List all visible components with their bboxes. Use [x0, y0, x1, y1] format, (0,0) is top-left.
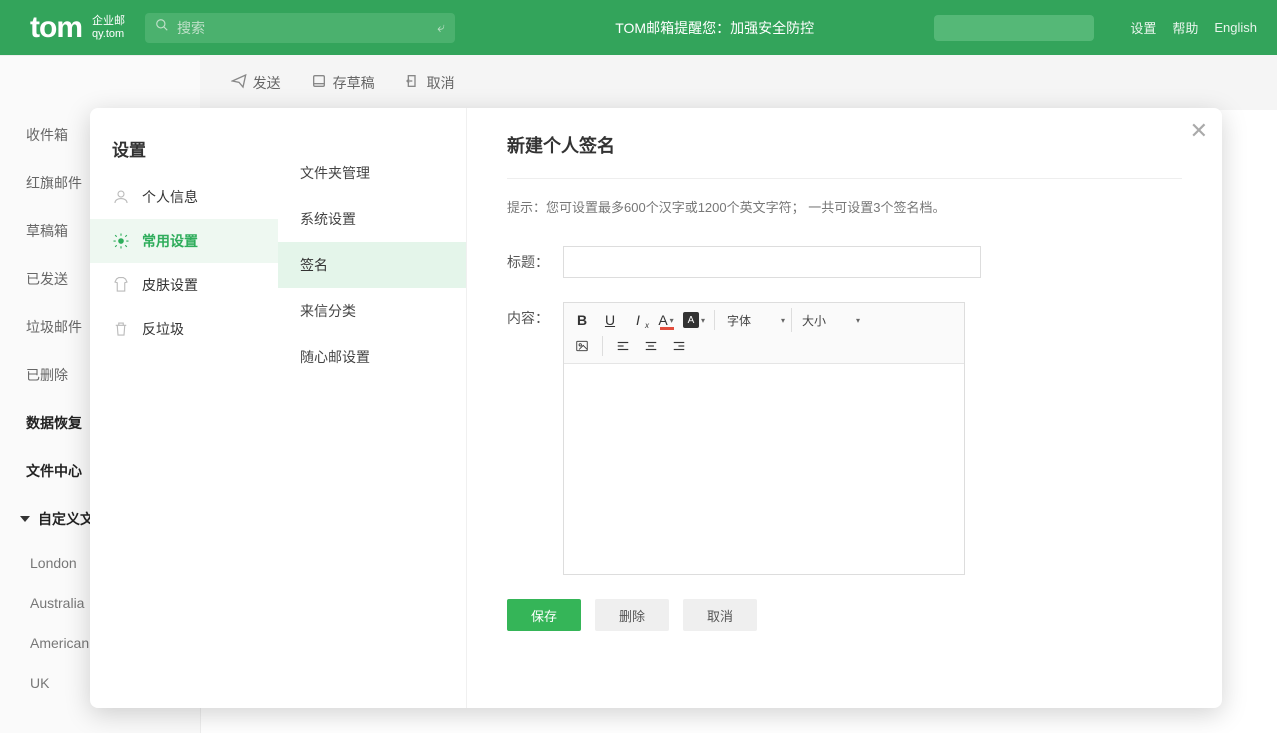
backcolor-button[interactable]: A▾ [680, 307, 708, 333]
underline-button[interactable]: U [596, 307, 624, 333]
settings-nav-secondary: 文件夹管理 系统设置 签名 来信分类 随心邮设置 [278, 108, 466, 708]
help-link[interactable]: 帮助 [1172, 18, 1198, 37]
subnav-filter[interactable]: 来信分类 [278, 288, 466, 334]
app-root: tom 企业邮 qy.tom ⤶ TOM邮箱提醒您：加强安全防控 设置 帮助 E… [0, 0, 1277, 733]
lang-link[interactable]: English [1214, 20, 1257, 35]
search-icon [155, 18, 169, 37]
trash-icon [112, 320, 130, 338]
gear-icon [112, 232, 130, 250]
save-draft-icon [311, 73, 327, 92]
font-family-select[interactable]: 字体▾ [721, 308, 792, 332]
send-label: 发送 [253, 73, 281, 93]
modal-cancel-button[interactable]: 取消 [683, 599, 757, 631]
settings-panel: 新建个人签名 提示：您可设置最多600个汉字或1200个英文字符； 一共可设置3… [466, 108, 1222, 708]
send-button[interactable]: 发送 [231, 73, 281, 93]
font-size-label: 大小 [802, 312, 826, 329]
editor-toolbar: B U I A▾ A▾ 字体▾ 大小▾ [564, 303, 964, 364]
paper-plane-icon [231, 73, 247, 92]
separator [602, 336, 603, 356]
header: tom 企业邮 qy.tom ⤶ TOM邮箱提醒您：加强安全防控 设置 帮助 E… [0, 0, 1277, 55]
settings-title: 设置 [90, 136, 278, 175]
cancel-label: 取消 [427, 73, 455, 93]
logo-subtitle: 企业邮 qy.tom [92, 15, 125, 41]
nav-antispam[interactable]: 反垃圾 [90, 307, 278, 351]
title-row: 标题： [507, 246, 1182, 278]
align-left-button[interactable] [609, 333, 637, 359]
font-size-select[interactable]: 大小▾ [796, 308, 866, 332]
signature-title-input[interactable] [563, 246, 981, 278]
cancel-button[interactable]: 取消 [405, 73, 455, 93]
font-family-label: 字体 [727, 312, 751, 329]
settings-link[interactable]: 设置 [1130, 18, 1156, 37]
settings-modal: ✕ 设置 个人信息 常用设置 皮肤设置 反垃圾 文件夹管理 系 [90, 108, 1222, 708]
forecolor-button[interactable]: A▾ [652, 307, 680, 333]
title-label: 标题： [507, 246, 563, 272]
align-right-button[interactable] [665, 333, 693, 359]
insert-image-button[interactable] [568, 333, 596, 359]
shirt-icon [112, 276, 130, 294]
subnav-folder-manage[interactable]: 文件夹管理 [278, 150, 466, 196]
subnav-signature[interactable]: 签名 [278, 242, 466, 288]
settings-nav-primary: 设置 个人信息 常用设置 皮肤设置 反垃圾 [90, 108, 278, 708]
signature-title: 新建个人签名 [507, 132, 1182, 179]
person-icon [112, 188, 130, 206]
content-label: 内容： [507, 302, 563, 328]
refresh-icon[interactable]: ⤶ [437, 19, 445, 36]
rich-editor: B U I A▾ A▾ 字体▾ 大小▾ [563, 302, 965, 575]
logo-sub-1: 企业邮 [92, 15, 125, 28]
delete-button[interactable]: 删除 [595, 599, 669, 631]
align-center-button[interactable] [637, 333, 665, 359]
nav-personal-info-label: 个人信息 [142, 187, 198, 207]
editor-body[interactable] [564, 364, 964, 574]
header-notice: TOM邮箱提醒您：加强安全防控 [455, 18, 934, 38]
dialog-actions: 保存 删除 取消 [507, 599, 1182, 631]
draft-button[interactable]: 存草稿 [311, 73, 375, 93]
subnav-carefree[interactable]: 随心邮设置 [278, 334, 466, 380]
signature-hint: 提示：您可设置最多600个汉字或1200个英文字符； 一共可设置3个签名档。 [507, 179, 1182, 246]
user-info[interactable] [934, 15, 1094, 41]
separator [714, 310, 715, 330]
save-button[interactable]: 保存 [507, 599, 581, 631]
chevron-down-icon [20, 516, 30, 522]
search-input[interactable] [169, 19, 437, 37]
bold-button[interactable]: B [568, 307, 596, 333]
logo: tom [30, 11, 82, 45]
nav-general-settings[interactable]: 常用设置 [90, 219, 278, 263]
content-row: 内容： B U I A▾ A▾ 字体▾ 大小▾ [507, 302, 1182, 575]
clear-format-button[interactable]: I [624, 307, 652, 333]
logo-sub-2: qy.tom [92, 28, 125, 41]
nav-general-label: 常用设置 [142, 231, 198, 251]
search-box[interactable]: ⤶ [145, 13, 455, 43]
nav-antispam-label: 反垃圾 [142, 319, 184, 339]
nav-skin-settings[interactable]: 皮肤设置 [90, 263, 278, 307]
subnav-system[interactable]: 系统设置 [278, 196, 466, 242]
draft-label: 存草稿 [333, 73, 375, 93]
nav-personal-info[interactable]: 个人信息 [90, 175, 278, 219]
exit-icon [405, 73, 421, 92]
nav-skin-label: 皮肤设置 [142, 275, 198, 295]
